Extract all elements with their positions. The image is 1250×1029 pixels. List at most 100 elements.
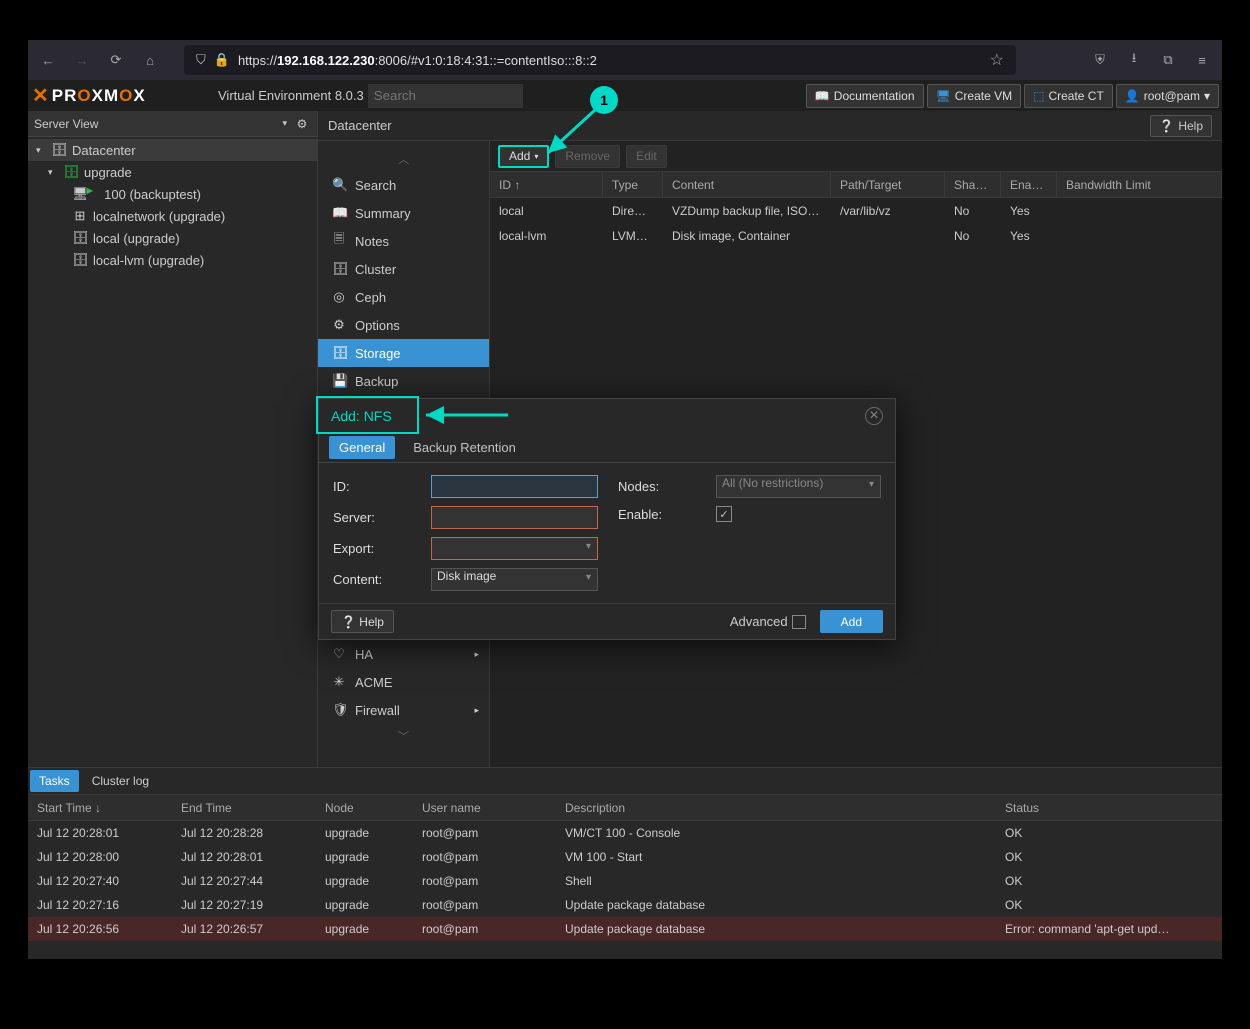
save-icon: 💾 <box>332 373 346 389</box>
nodes-select[interactable]: All (No restrictions) <box>716 475 881 498</box>
help-icon: ❔ <box>341 615 356 629</box>
create-vm-button[interactable]: 🖥Create VM <box>927 84 1022 108</box>
documentation-button[interactable]: 📖Documentation <box>806 84 924 108</box>
col-enabled[interactable]: Ena… <box>1001 172 1057 197</box>
collapse-icon: ▾ <box>48 167 58 178</box>
table-row[interactable]: localDire…VZDump backup file, ISO…/var/l… <box>490 198 1222 223</box>
monitor-icon: 🖥 <box>72 186 88 202</box>
add-nfs-dialog: Add: NFS × General Backup Retention ID: … <box>318 398 896 640</box>
chevron-down-icon: ▾ <box>534 152 538 161</box>
close-icon[interactable]: × <box>865 407 883 425</box>
create-ct-button[interactable]: ⬚Create CT <box>1024 84 1113 108</box>
breadcrumb-path: Datacenter <box>328 118 392 133</box>
tree-node-upgrade[interactable]: ▾ 🗄 upgrade <box>28 161 317 183</box>
view-dropdown-icon[interactable]: ▾ <box>282 118 287 129</box>
sidebar-item-storage[interactable]: 🗄Storage <box>318 339 489 367</box>
tab-cluster-log[interactable]: Cluster log <box>83 770 158 792</box>
ceph-icon: ◎ <box>332 289 346 305</box>
col-id[interactable]: ID ↑ <box>490 172 603 197</box>
tree-local-storage[interactable]: 🗄 local (upgrade) <box>28 227 317 249</box>
edit-button[interactable]: Edit <box>626 145 667 168</box>
col-description[interactable]: Description <box>556 801 996 815</box>
database-icon: 🗄 <box>72 252 88 268</box>
storage-grid-header: ID ↑ Type Content Path/Target Sha… Ena… … <box>490 171 1222 198</box>
search-input[interactable] <box>368 84 523 108</box>
col-status[interactable]: Status <box>996 801 1222 815</box>
col-user[interactable]: User name <box>413 801 556 815</box>
scroll-down-icon[interactable]: ﹀ <box>318 728 489 744</box>
id-field[interactable] <box>431 475 598 498</box>
tree-locallvm-storage[interactable]: 🗄 local-lvm (upgrade) <box>28 249 317 271</box>
sidebar-item-summary[interactable]: 📖Summary <box>318 199 489 227</box>
gear-icon: ⚙ <box>332 317 346 333</box>
add-button[interactable]: Add▾ <box>498 145 549 168</box>
task-row[interactable]: Jul 12 20:28:01Jul 12 20:28:28upgraderoo… <box>28 821 1222 845</box>
back-button[interactable]: ← <box>38 50 58 70</box>
tab-backup-retention[interactable]: Backup Retention <box>403 436 526 459</box>
advanced-checkbox[interactable] <box>792 615 806 629</box>
sidebar-item-ha[interactable]: ♡HA▸ <box>318 640 489 668</box>
table-row[interactable]: local-lvmLVM…Disk image, ContainerNoYes <box>490 223 1222 248</box>
col-shared[interactable]: Sha… <box>945 172 1001 197</box>
col-path[interactable]: Path/Target <box>831 172 945 197</box>
forward-button[interactable]: → <box>72 50 92 70</box>
sidebar-item-cluster[interactable]: 🗄Cluster <box>318 255 489 283</box>
chevron-right-icon: ▸ <box>474 649 479 660</box>
task-row[interactable]: Jul 12 20:27:40Jul 12 20:27:44upgraderoo… <box>28 869 1222 893</box>
scroll-up-icon[interactable]: ︿ <box>318 151 489 167</box>
cluster-icon: 🗄 <box>332 261 346 277</box>
remove-button[interactable]: Remove <box>555 145 620 168</box>
cube-icon: ⬚ <box>1033 89 1044 103</box>
user-menu-button[interactable]: 👤root@pam▾ <box>1116 84 1219 108</box>
home-button[interactable]: ⌂ <box>140 50 160 70</box>
enable-checkbox[interactable]: ✓ <box>716 506 732 522</box>
sidebar-item-ceph[interactable]: ◎Ceph <box>318 283 489 311</box>
col-bandwidth[interactable]: Bandwidth Limit <box>1057 172 1222 197</box>
bookmark-star-icon[interactable]: ☆ <box>990 50 1004 70</box>
content-select[interactable]: Disk image <box>431 568 598 591</box>
sidebar-item-options[interactable]: ⚙Options <box>318 311 489 339</box>
col-node[interactable]: Node <box>316 801 413 815</box>
reload-button[interactable]: ⟳ <box>106 50 126 70</box>
sidebar-item-backup[interactable]: 💾Backup <box>318 367 489 395</box>
col-end-time[interactable]: End Time <box>172 801 316 815</box>
tree-localnetwork[interactable]: ⊞ localnetwork (upgrade) <box>28 205 317 227</box>
tab-general[interactable]: General <box>329 436 395 459</box>
help-button[interactable]: ❔Help <box>1150 115 1212 137</box>
task-row[interactable]: Jul 12 20:26:56Jul 12 20:26:57upgraderoo… <box>28 917 1222 941</box>
sidebar-item-search[interactable]: 🔍Search <box>318 171 489 199</box>
search-icon: 🔍 <box>332 177 346 193</box>
export-select[interactable] <box>431 537 598 560</box>
downloads-icon[interactable]: ⭳ <box>1124 50 1144 70</box>
pocket-icon[interactable]: ⛨ <box>1090 50 1110 70</box>
version-text: Virtual Environment 8.0.3 <box>218 88 364 103</box>
sidebar-item-notes[interactable]: 🗏Notes <box>318 227 489 255</box>
sidebar-item-acme[interactable]: ✳ACME <box>318 668 489 696</box>
chevron-right-icon: ▸ <box>474 705 479 716</box>
url-bar[interactable]: ⛉ 🔒 https://192.168.122.230:8006/#v1:0:1… <box>184 45 1016 75</box>
menu-icon[interactable]: ≡ <box>1192 50 1212 70</box>
advanced-label: Advanced <box>730 614 788 629</box>
gear-icon[interactable]: ⚙ <box>293 115 311 133</box>
dialog-add-button[interactable]: Add <box>820 610 883 633</box>
heartbeat-icon: ♡ <box>332 646 346 662</box>
book-icon: 📖 <box>332 205 346 221</box>
task-row[interactable]: Jul 12 20:28:00Jul 12 20:28:01upgraderoo… <box>28 845 1222 869</box>
collapse-icon: ▾ <box>36 145 46 156</box>
tab-tasks[interactable]: Tasks <box>30 770 79 792</box>
dialog-title: Add: NFS <box>331 408 392 424</box>
col-type[interactable]: Type <box>603 172 663 197</box>
tree-vm-100[interactable]: 🖥▶ 100 (backuptest) <box>28 183 317 205</box>
col-content[interactable]: Content <box>663 172 831 197</box>
sidebar-item-firewall[interactable]: 🛡Firewall▸ <box>318 696 489 724</box>
shield-icon: ⛉ <box>196 52 206 68</box>
tree-datacenter[interactable]: ▾ 🗄 Datacenter <box>28 139 317 161</box>
dialog-help-button[interactable]: ❔ Help <box>331 610 394 633</box>
extensions-icon[interactable]: ⧉ <box>1158 50 1178 70</box>
proxmox-logo: ✕ PROXMOX <box>28 80 213 111</box>
col-start-time[interactable]: Start Time ↓ <box>28 801 172 815</box>
server-field[interactable] <box>431 506 598 529</box>
database-icon: 🗄 <box>72 230 88 246</box>
lock-icon: 🔒 <box>214 52 230 68</box>
task-row[interactable]: Jul 12 20:27:16Jul 12 20:27:19upgraderoo… <box>28 893 1222 917</box>
